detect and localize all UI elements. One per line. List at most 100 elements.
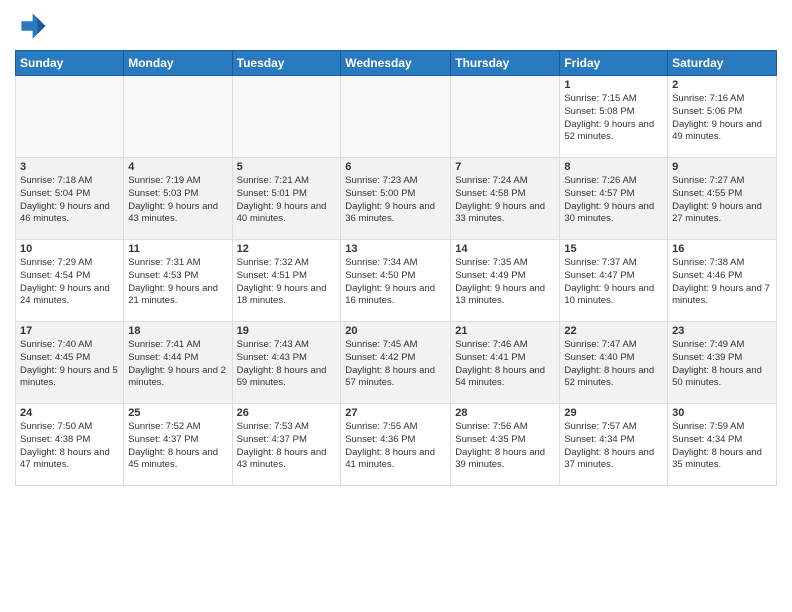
page-header	[15, 10, 777, 42]
calendar-cell: 23Sunrise: 7:49 AM Sunset: 4:39 PM Dayli…	[668, 322, 777, 404]
day-info: Sunrise: 7:19 AM Sunset: 5:03 PM Dayligh…	[128, 175, 227, 226]
calendar-cell: 27 Sunrise: 7:55 AM Sunset: 4:36 PM Dayli…	[341, 404, 451, 486]
day-number: 20	[345, 325, 446, 337]
day-number: 12	[237, 243, 337, 255]
day-info: Sunrise: 7:50 AM Sunset: 4:38 PM Dayligh…	[20, 421, 119, 472]
weekday-header-monday: Monday	[124, 51, 232, 76]
calendar-cell: 7 Sunrise: 7:24 AM Sunset: 4:58 PM Daylig…	[451, 158, 560, 240]
calendar-cell: 25Sunrise: 7:52 AM Sunset: 4:37 PM Dayli…	[124, 404, 232, 486]
calendar-cell: 24 Sunrise: 7:50 AM Sunset: 4:38 PM Dayli…	[16, 404, 124, 486]
calendar-cell	[124, 76, 232, 158]
day-info: Sunrise: 7:27 AM Sunset: 4:55 PM Dayligh…	[672, 175, 772, 226]
calendar-cell: 8 Sunrise: 7:26 AM Sunset: 4:57 PM Daylig…	[560, 158, 668, 240]
day-number: 8	[564, 161, 663, 173]
day-info: Sunrise: 7:24 AM Sunset: 4:58 PM Dayligh…	[455, 175, 555, 226]
day-number: 16	[672, 243, 772, 255]
calendar-cell: 12 Sunrise: 7:32 AM Sunset: 4:51 PM Dayli…	[232, 240, 341, 322]
day-number: 13	[345, 243, 446, 255]
day-info: Sunrise: 7:21 AM Sunset: 5:01 PM Dayligh…	[237, 175, 337, 226]
calendar-cell: 14 Sunrise: 7:35 AM Sunset: 4:49 PM Dayli…	[451, 240, 560, 322]
day-info: Sunrise: 7:43 AM Sunset: 4:43 PM Dayligh…	[237, 339, 337, 390]
calendar-cell: 26 Sunrise: 7:53 AM Sunset: 4:37 PM Dayli…	[232, 404, 341, 486]
day-info: Sunrise: 7:18 AM Sunset: 5:04 PM Dayligh…	[20, 175, 119, 226]
day-number: 21	[455, 325, 555, 337]
calendar-cell: 5 Sunrise: 7:21 AM Sunset: 5:01 PM Daylig…	[232, 158, 341, 240]
day-info: Sunrise: 7:16 AM Sunset: 5:06 PM Dayligh…	[672, 93, 772, 144]
calendar-week-row: 1 Sunrise: 7:15 AM Sunset: 5:08 PM Daylig…	[16, 76, 777, 158]
day-info: Sunrise: 7:47 AM Sunset: 4:40 PM Dayligh…	[564, 339, 663, 390]
calendar-cell: 20 Sunrise: 7:45 AM Sunset: 4:42 PM Dayli…	[341, 322, 451, 404]
day-number: 4	[128, 161, 227, 173]
day-number: 30	[672, 407, 772, 419]
calendar-cell	[16, 76, 124, 158]
day-info: Sunrise: 7:38 AM Sunset: 4:46 PM Dayligh…	[672, 257, 772, 308]
day-info: Sunrise: 7:41 AM Sunset: 4:44 PM Dayligh…	[128, 339, 227, 390]
weekday-header-sunday: Sunday	[16, 51, 124, 76]
calendar-cell: 10Sunrise: 7:29 AM Sunset: 4:54 PM Dayli…	[16, 240, 124, 322]
day-number: 3	[20, 161, 119, 173]
day-number: 6	[345, 161, 446, 173]
day-number: 15	[564, 243, 663, 255]
calendar-cell: 30 Sunrise: 7:59 AM Sunset: 4:34 PM Dayli…	[668, 404, 777, 486]
day-info: Sunrise: 7:26 AM Sunset: 4:57 PM Dayligh…	[564, 175, 663, 226]
calendar-cell: 3 Sunrise: 7:18 AM Sunset: 5:04 PM Daylig…	[16, 158, 124, 240]
day-info: Sunrise: 7:15 AM Sunset: 5:08 PM Dayligh…	[564, 93, 663, 144]
day-number: 27	[345, 407, 446, 419]
logo-icon	[15, 10, 47, 42]
calendar-table: SundayMondayTuesdayWednesdayThursdayFrid…	[15, 50, 777, 486]
page-container: SundayMondayTuesdayWednesdayThursdayFrid…	[0, 0, 792, 612]
day-info: Sunrise: 7:55 AM Sunset: 4:36 PM Dayligh…	[345, 421, 446, 472]
weekday-header-tuesday: Tuesday	[232, 51, 341, 76]
day-number: 1	[564, 79, 663, 91]
day-number: 17	[20, 325, 119, 337]
day-info: Sunrise: 7:35 AM Sunset: 4:49 PM Dayligh…	[455, 257, 555, 308]
day-info: Sunrise: 7:34 AM Sunset: 4:50 PM Dayligh…	[345, 257, 446, 308]
calendar-cell: 11 Sunrise: 7:31 AM Sunset: 4:53 PM Dayli…	[124, 240, 232, 322]
calendar-week-row: 24 Sunrise: 7:50 AM Sunset: 4:38 PM Dayli…	[16, 404, 777, 486]
day-number: 24	[20, 407, 119, 419]
calendar-cell	[451, 76, 560, 158]
calendar-cell: 17 Sunrise: 7:40 AM Sunset: 4:45 PM Dayli…	[16, 322, 124, 404]
calendar-cell	[341, 76, 451, 158]
day-number: 19	[237, 325, 337, 337]
calendar-cell: 13 Sunrise: 7:34 AM Sunset: 4:50 PM Dayli…	[341, 240, 451, 322]
calendar-week-row: 10Sunrise: 7:29 AM Sunset: 4:54 PM Dayli…	[16, 240, 777, 322]
day-info: Sunrise: 7:29 AM Sunset: 4:54 PM Dayligh…	[20, 257, 119, 308]
day-info: Sunrise: 7:57 AM Sunset: 4:34 PM Dayligh…	[564, 421, 663, 472]
calendar-cell: 16 Sunrise: 7:38 AM Sunset: 4:46 PM Dayli…	[668, 240, 777, 322]
day-info: Sunrise: 7:23 AM Sunset: 5:00 PM Dayligh…	[345, 175, 446, 226]
calendar-cell: 28 Sunrise: 7:56 AM Sunset: 4:35 PM Dayli…	[451, 404, 560, 486]
day-number: 22	[564, 325, 663, 337]
day-info: Sunrise: 7:37 AM Sunset: 4:47 PM Dayligh…	[564, 257, 663, 308]
day-number: 11	[128, 243, 227, 255]
day-info: Sunrise: 7:31 AM Sunset: 4:53 PM Dayligh…	[128, 257, 227, 308]
day-number: 28	[455, 407, 555, 419]
day-number: 7	[455, 161, 555, 173]
calendar-cell: 9Sunrise: 7:27 AM Sunset: 4:55 PM Daylig…	[668, 158, 777, 240]
calendar-cell	[232, 76, 341, 158]
logo	[15, 10, 51, 42]
day-number: 2	[672, 79, 772, 91]
weekday-header-thursday: Thursday	[451, 51, 560, 76]
day-info: Sunrise: 7:40 AM Sunset: 4:45 PM Dayligh…	[20, 339, 119, 390]
calendar-cell: 21 Sunrise: 7:46 AM Sunset: 4:41 PM Dayli…	[451, 322, 560, 404]
day-info: Sunrise: 7:32 AM Sunset: 4:51 PM Dayligh…	[237, 257, 337, 308]
day-info: Sunrise: 7:53 AM Sunset: 4:37 PM Dayligh…	[237, 421, 337, 472]
day-number: 5	[237, 161, 337, 173]
weekday-header-wednesday: Wednesday	[341, 51, 451, 76]
calendar-cell: 4 Sunrise: 7:19 AM Sunset: 5:03 PM Daylig…	[124, 158, 232, 240]
calendar-header-row: SundayMondayTuesdayWednesdayThursdayFrid…	[16, 51, 777, 76]
day-info: Sunrise: 7:59 AM Sunset: 4:34 PM Dayligh…	[672, 421, 772, 472]
day-info: Sunrise: 7:45 AM Sunset: 4:42 PM Dayligh…	[345, 339, 446, 390]
day-info: Sunrise: 7:56 AM Sunset: 4:35 PM Dayligh…	[455, 421, 555, 472]
calendar-cell: 22 Sunrise: 7:47 AM Sunset: 4:40 PM Dayli…	[560, 322, 668, 404]
day-number: 25	[128, 407, 227, 419]
calendar-cell: 1 Sunrise: 7:15 AM Sunset: 5:08 PM Daylig…	[560, 76, 668, 158]
day-number: 14	[455, 243, 555, 255]
day-info: Sunrise: 7:46 AM Sunset: 4:41 PM Dayligh…	[455, 339, 555, 390]
day-info: Sunrise: 7:49 AM Sunset: 4:39 PM Dayligh…	[672, 339, 772, 390]
day-number: 18	[128, 325, 227, 337]
calendar-week-row: 3 Sunrise: 7:18 AM Sunset: 5:04 PM Daylig…	[16, 158, 777, 240]
calendar-cell: 6 Sunrise: 7:23 AM Sunset: 5:00 PM Daylig…	[341, 158, 451, 240]
day-number: 26	[237, 407, 337, 419]
